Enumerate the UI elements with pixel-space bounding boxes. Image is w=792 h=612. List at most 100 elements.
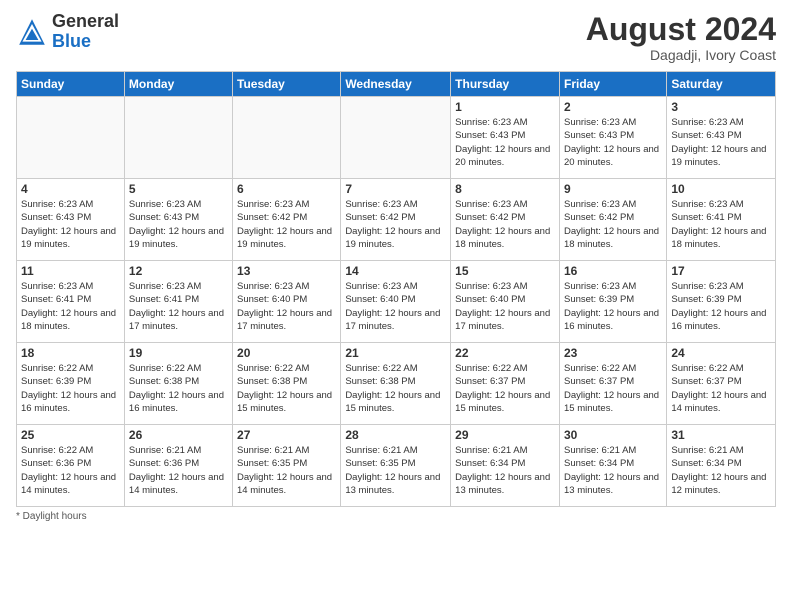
day-number: 13 [237,264,336,278]
day-info: Sunrise: 6:22 AM Sunset: 6:36 PM Dayligh… [21,444,120,497]
daylight-hours-label: Daylight hours [23,511,87,522]
logo: General Blue [16,12,119,52]
day-number: 12 [129,264,228,278]
day-number: 22 [455,346,555,360]
day-number: 14 [345,264,446,278]
day-info: Sunrise: 6:21 AM Sunset: 6:34 PM Dayligh… [671,444,771,497]
day-number: 18 [21,346,120,360]
day-number: 7 [345,182,446,196]
day-number: 21 [345,346,446,360]
day-info: Sunrise: 6:22 AM Sunset: 6:37 PM Dayligh… [671,362,771,415]
day-info: Sunrise: 6:21 AM Sunset: 6:35 PM Dayligh… [237,444,336,497]
table-row: 14 Sunrise: 6:23 AM Sunset: 6:40 PM Dayli… [341,261,451,343]
table-row: 16 Sunrise: 6:23 AM Sunset: 6:39 PM Dayli… [559,261,666,343]
table-row: 13 Sunrise: 6:23 AM Sunset: 6:40 PM Dayli… [233,261,341,343]
day-info: Sunrise: 6:23 AM Sunset: 6:40 PM Dayligh… [345,280,446,333]
table-row: 18 Sunrise: 6:22 AM Sunset: 6:39 PM Dayli… [17,343,125,425]
table-row: 5 Sunrise: 6:23 AM Sunset: 6:43 PM Daylig… [124,179,232,261]
footer-note: * Daylight hours [16,511,776,522]
day-info: Sunrise: 6:23 AM Sunset: 6:43 PM Dayligh… [129,198,228,251]
day-info: Sunrise: 6:23 AM Sunset: 6:42 PM Dayligh… [564,198,662,251]
day-number: 1 [455,100,555,114]
day-info: Sunrise: 6:23 AM Sunset: 6:40 PM Dayligh… [237,280,336,333]
table-row [17,97,125,179]
day-number: 16 [564,264,662,278]
day-info: Sunrise: 6:21 AM Sunset: 6:34 PM Dayligh… [564,444,662,497]
table-row: 15 Sunrise: 6:23 AM Sunset: 6:40 PM Dayli… [451,261,560,343]
table-row: 28 Sunrise: 6:21 AM Sunset: 6:35 PM Dayli… [341,425,451,507]
day-number: 27 [237,428,336,442]
table-row: 26 Sunrise: 6:21 AM Sunset: 6:36 PM Dayli… [124,425,232,507]
day-info: Sunrise: 6:23 AM Sunset: 6:43 PM Dayligh… [671,116,771,169]
day-number: 5 [129,182,228,196]
table-row: 1Sunrise: 6:23 AM Sunset: 6:43 PM Daylig… [451,97,560,179]
day-info: Sunrise: 6:23 AM Sunset: 6:40 PM Dayligh… [455,280,555,333]
calendar-body: 1 Sunrise: 6:23 AM Sunset: 6:43 PM Daylig… [17,97,776,507]
col-tuesday: Tuesday [233,72,341,97]
day-info: Sunrise: 6:22 AM Sunset: 6:38 PM Dayligh… [345,362,446,415]
col-thursday: Thursday [451,72,560,97]
table-row: 20 Sunrise: 6:22 AM Sunset: 6:38 PM Dayli… [233,343,341,425]
table-row: 25 Sunrise: 6:22 AM Sunset: 6:36 PM Dayli… [17,425,125,507]
table-row: 31 Sunrise: 6:21 AM Sunset: 6:34 PM Dayli… [667,425,776,507]
table-row: 12Sunrise: 6:23 AM Sunset: 6:41 PM Dayli… [124,261,232,343]
table-row: 11 Sunrise: 6:23 AM Sunset: 6:41 PM Dayli… [17,261,125,343]
table-row: 4Sunrise: 6:23 AM Sunset: 6:43 PM Daylig… [17,179,125,261]
table-row: 27 Sunrise: 6:21 AM Sunset: 6:35 PM Dayli… [233,425,341,507]
table-row [341,97,451,179]
day-info: Sunrise: 6:23 AM Sunset: 6:41 PM Dayligh… [671,198,771,251]
day-number: 2 [564,100,662,114]
day-info: Sunrise: 6:22 AM Sunset: 6:39 PM Dayligh… [21,362,120,415]
month-year: August 2024 [586,12,776,47]
day-info: Sunrise: 6:23 AM Sunset: 6:42 PM Dayligh… [345,198,446,251]
day-number: 23 [564,346,662,360]
day-info: Sunrise: 6:23 AM Sunset: 6:43 PM Dayligh… [564,116,662,169]
table-row: 2 Sunrise: 6:23 AM Sunset: 6:43 PM Daylig… [559,97,666,179]
day-info: Sunrise: 6:23 AM Sunset: 6:39 PM Dayligh… [564,280,662,333]
title-block: August 2024 Dagadji, Ivory Coast [586,12,776,63]
day-number: 28 [345,428,446,442]
table-row [233,97,341,179]
location: Dagadji, Ivory Coast [586,47,776,63]
day-info: Sunrise: 6:23 AM Sunset: 6:42 PM Dayligh… [237,198,336,251]
table-row: 22 Sunrise: 6:22 AM Sunset: 6:37 PM Dayli… [451,343,560,425]
day-info: Sunrise: 6:23 AM Sunset: 6:41 PM Dayligh… [21,280,120,333]
table-row [124,97,232,179]
header: General Blue August 2024 Dagadji, Ivory … [16,12,776,63]
table-row: 21 Sunrise: 6:22 AM Sunset: 6:38 PM Dayli… [341,343,451,425]
calendar: Sunday Monday Tuesday Wednesday Thursday… [16,71,776,507]
table-row: 6 Sunrise: 6:23 AM Sunset: 6:42 PM Daylig… [233,179,341,261]
col-sunday: Sunday [17,72,125,97]
day-info: Sunrise: 6:22 AM Sunset: 6:38 PM Dayligh… [129,362,228,415]
day-number: 17 [671,264,771,278]
table-row: 24 Sunrise: 6:22 AM Sunset: 6:37 PM Dayli… [667,343,776,425]
day-info: Sunrise: 6:22 AM Sunset: 6:38 PM Dayligh… [237,362,336,415]
day-number: 11 [21,264,120,278]
day-number: 25 [21,428,120,442]
table-row: 9Sunrise: 6:23 AM Sunset: 6:42 PM Daylig… [559,179,666,261]
day-number: 10 [671,182,771,196]
day-info: Sunrise: 6:22 AM Sunset: 6:37 PM Dayligh… [455,362,555,415]
col-monday: Monday [124,72,232,97]
day-info: Sunrise: 6:21 AM Sunset: 6:35 PM Dayligh… [345,444,446,497]
table-row: 8Sunrise: 6:23 AM Sunset: 6:42 PM Daylig… [451,179,560,261]
table-row: 29Sunrise: 6:21 AM Sunset: 6:34 PM Dayli… [451,425,560,507]
col-saturday: Saturday [667,72,776,97]
day-number: 26 [129,428,228,442]
col-wednesday: Wednesday [341,72,451,97]
table-row: 23Sunrise: 6:22 AM Sunset: 6:37 PM Dayli… [559,343,666,425]
day-number: 6 [237,182,336,196]
table-row: 3 Sunrise: 6:23 AM Sunset: 6:43 PM Daylig… [667,97,776,179]
day-info: Sunrise: 6:21 AM Sunset: 6:36 PM Dayligh… [129,444,228,497]
day-number: 15 [455,264,555,278]
day-number: 20 [237,346,336,360]
day-number: 31 [671,428,771,442]
table-row: 10 Sunrise: 6:23 AM Sunset: 6:41 PM Dayli… [667,179,776,261]
day-number: 24 [671,346,771,360]
table-row: 17Sunrise: 6:23 AM Sunset: 6:39 PM Dayli… [667,261,776,343]
day-number: 3 [671,100,771,114]
day-number: 8 [455,182,555,196]
day-number: 29 [455,428,555,442]
day-number: 19 [129,346,228,360]
day-number: 4 [21,182,120,196]
